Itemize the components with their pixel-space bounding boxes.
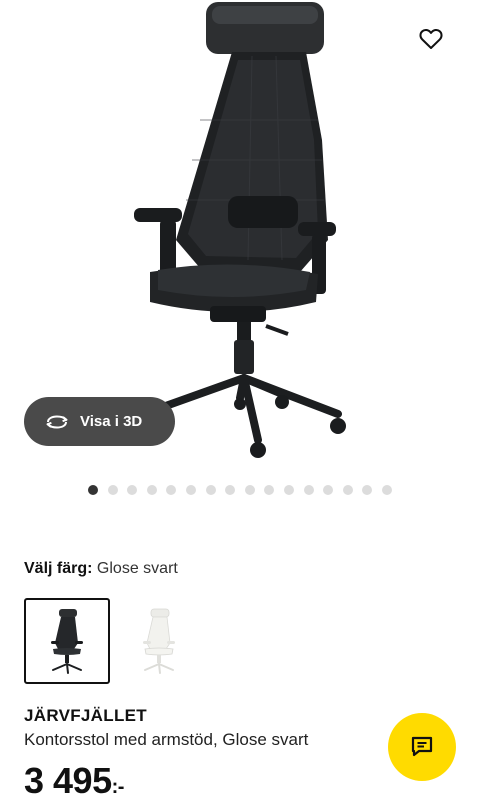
carousel-dot[interactable] — [185, 485, 196, 495]
view-in-3d-label: Visa i 3D — [80, 413, 143, 430]
rotate-3d-icon — [46, 414, 68, 429]
product-price: 3 495:- — [24, 760, 124, 802]
chat-bubble-icon — [411, 736, 433, 757]
product-name: JÄRVFJÄLLET — [24, 706, 147, 725]
carousel-dot[interactable] — [88, 485, 98, 495]
heart-outline-icon — [419, 29, 443, 49]
color-selector-label: Välj färg: Glose svart — [24, 560, 178, 578]
color-swatch-black[interactable] — [24, 598, 110, 684]
view-in-3d-button[interactable]: Visa i 3D — [24, 397, 175, 446]
color-label: Välj färg: — [24, 560, 93, 577]
carousel-dot[interactable] — [323, 485, 334, 495]
carousel-dot[interactable] — [244, 485, 255, 495]
favorite-button[interactable] — [414, 22, 448, 56]
carousel-dot[interactable] — [146, 485, 157, 495]
swatch-image-black-chair — [51, 609, 83, 674]
chat-button[interactable] — [388, 713, 456, 781]
carousel-dot[interactable] — [225, 485, 236, 495]
price-main: 3 495 — [24, 760, 112, 801]
product-description: Kontorsstol med armstöd, Glose svart — [24, 730, 309, 749]
color-value: Glose svart — [96, 560, 178, 577]
carousel-dot[interactable] — [205, 485, 216, 495]
carousel-dot[interactable] — [166, 485, 177, 495]
carousel-dot[interactable] — [381, 485, 392, 495]
carousel-dot[interactable] — [362, 485, 373, 495]
carousel-dot[interactable] — [264, 485, 275, 495]
price-suffix: :- — [111, 776, 125, 798]
carousel-dot[interactable] — [303, 485, 314, 495]
image-carousel-dots[interactable] — [88, 485, 392, 495]
swatch-image-white-chair — [143, 608, 175, 674]
carousel-dot[interactable] — [107, 485, 118, 495]
product-image-area[interactable]: Visa i 3D — [0, 0, 480, 470]
carousel-dot[interactable] — [127, 485, 138, 495]
color-swatch-white[interactable] — [116, 598, 202, 684]
carousel-dot[interactable] — [283, 485, 294, 495]
carousel-dot[interactable] — [342, 485, 353, 495]
